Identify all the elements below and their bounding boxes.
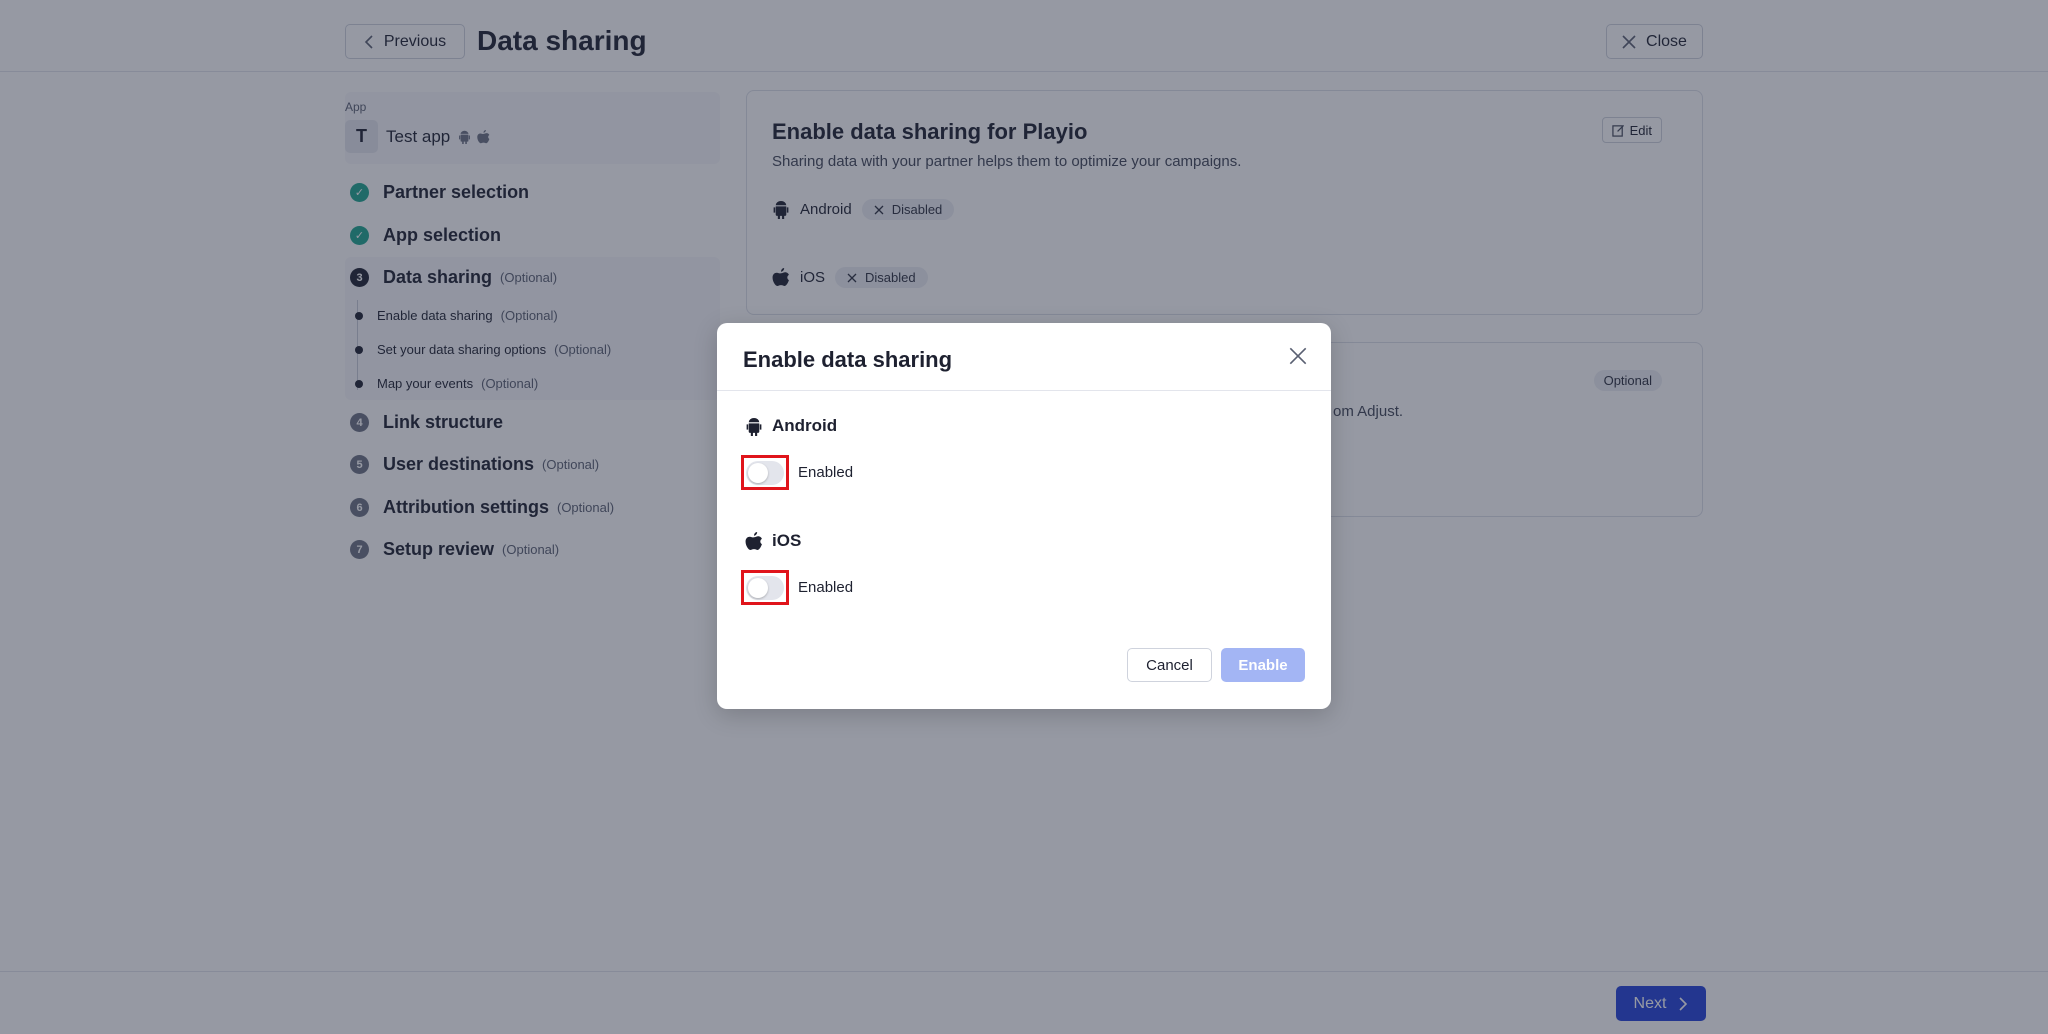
android-toggle-label: Enabled [798,464,854,481]
modal-title: Enable data sharing [743,347,953,372]
android-label: Android [772,416,838,435]
modal-ios-heading: iOS [745,531,801,551]
modal-android-heading: Android [745,416,837,436]
ios-label: iOS [772,531,802,550]
ios-toggle-label: Enabled [798,579,854,596]
ios-toggle-highlight [741,570,789,605]
cancel-button[interactable]: Cancel [1127,648,1212,682]
android-icon [746,417,762,436]
android-toggle-row: Enabled [741,455,853,490]
enable-data-sharing-modal: Enable data sharing Android Enabled iOS … [717,323,1331,709]
android-toggle[interactable] [746,460,784,485]
enable-button[interactable]: Enable [1221,648,1305,682]
toggle-knob [748,577,768,598]
modal-header: Enable data sharing [717,323,1331,391]
ios-toggle[interactable] [746,575,784,600]
apple-icon [745,531,762,550]
ios-toggle-row: Enabled [741,570,853,605]
android-toggle-highlight [741,455,789,490]
close-icon[interactable] [1287,345,1309,367]
toggle-knob [748,462,768,483]
